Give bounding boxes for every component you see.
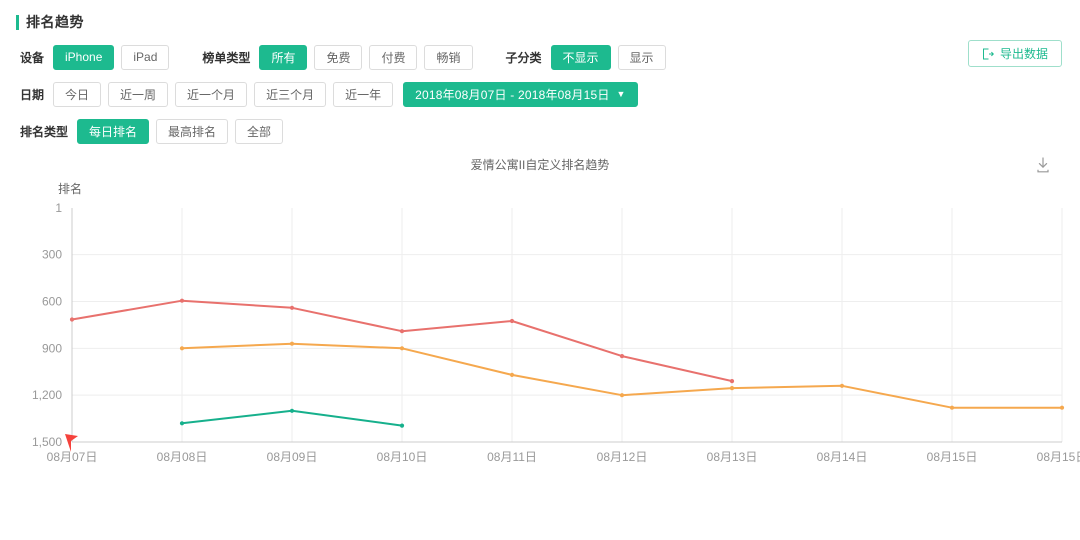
svg-text:600: 600: [42, 295, 62, 309]
filter-rank-type-all[interactable]: 全部: [235, 118, 284, 144]
data-point-1[interactable]: [69, 317, 75, 322]
filter-subcategory-hide[interactable]: 不显示: [550, 44, 611, 70]
filter-list-type-paid[interactable]: 付费: [369, 44, 418, 70]
svg-text:08月12日: 08月12日: [597, 450, 648, 464]
data-point-2[interactable]: [729, 386, 735, 391]
data-point-2[interactable]: [619, 393, 625, 398]
data-point-1[interactable]: [619, 354, 625, 359]
filter-date-today[interactable]: 今日: [53, 81, 102, 107]
data-point-0[interactable]: [179, 421, 185, 426]
svg-text:1,500: 1,500: [32, 435, 62, 449]
filter-device-ipad[interactable]: iPad: [121, 44, 170, 70]
data-point-1[interactable]: [179, 298, 185, 303]
filter-label-device: 设备: [20, 50, 45, 65]
svg-text:08月15日: 08月15日: [1037, 450, 1080, 464]
filter-rank-type-highest[interactable]: 最高排名: [156, 118, 229, 144]
rank-trend-chart: 爱情公寓II自定义排名趋势 排名 1 300 600 900 1,200 1,500 08月…: [0, 154, 1080, 514]
data-point-2[interactable]: [289, 341, 295, 346]
filter-panel: 设备 iPhone iPad 榜单类型 所有 免费 付费 畅销 子分类 不显示 …: [0, 34, 1080, 148]
data-point-2[interactable]: [1059, 405, 1065, 410]
svg-text:08月09日: 08月09日: [267, 450, 318, 464]
data-point-0[interactable]: [289, 408, 295, 413]
filter-label-list-type: 榜单类型: [202, 50, 251, 65]
data-point-2[interactable]: [399, 346, 405, 351]
date-range-picker[interactable]: 2018年08月07日 - 2018年08月15日 ▼: [403, 81, 638, 107]
svg-text:08月07日: 08月07日: [47, 450, 98, 464]
svg-text:1: 1: [55, 201, 62, 215]
svg-text:08月15日: 08月15日: [927, 450, 978, 464]
export-data-label: 导出数据: [999, 47, 1048, 61]
svg-text:08月14日: 08月14日: [817, 450, 868, 464]
filter-list-type-all[interactable]: 所有: [259, 44, 308, 70]
filter-device-iphone[interactable]: iPhone: [53, 44, 115, 70]
filter-row-rank-type: 排名类型 每日排名 最高排名 全部: [20, 114, 1080, 148]
section-accent-bar: [16, 14, 19, 30]
filter-date-year[interactable]: 近一年: [333, 81, 394, 107]
data-point-1[interactable]: [509, 318, 515, 324]
filter-list-type-grossing[interactable]: 畅销: [424, 44, 473, 70]
export-icon: [982, 48, 994, 60]
filter-label-date: 日期: [20, 87, 45, 102]
svg-text:900: 900: [42, 341, 62, 355]
svg-text:08月13日: 08月13日: [707, 450, 758, 464]
data-point-2[interactable]: [179, 346, 185, 351]
svg-text:300: 300: [42, 248, 62, 262]
filter-list-type-free[interactable]: 免费: [314, 44, 363, 70]
filter-date-three-months[interactable]: 近三个月: [254, 81, 327, 107]
page-title: 排名趋势: [26, 14, 84, 30]
data-point-0[interactable]: [399, 423, 405, 428]
filter-date-week[interactable]: 近一周: [108, 81, 169, 107]
data-point-2[interactable]: [949, 405, 955, 410]
filter-row-date: 日期 今日 近一周 近一个月 近三个月 近一年 2018年08月07日 - 20…: [20, 77, 1080, 111]
filter-subcategory-show[interactable]: 显示: [617, 44, 666, 70]
data-point-1[interactable]: [289, 305, 295, 310]
data-point-1[interactable]: [729, 379, 735, 384]
svg-text:08月11日: 08月11日: [487, 450, 537, 464]
export-data-button[interactable]: 导出数据: [967, 40, 1062, 67]
filter-row-device: 设备 iPhone iPad 榜单类型 所有 免费 付费 畅销 子分类 不显示 …: [20, 40, 1080, 74]
data-point-1[interactable]: [399, 329, 405, 334]
data-point-2[interactable]: [839, 383, 845, 388]
section-header: 排名趋势: [0, 0, 1080, 34]
svg-text:08月10日: 08月10日: [377, 450, 428, 464]
filter-label-subcategory: 子分类: [505, 50, 542, 65]
chevron-down-icon: ▼: [616, 88, 626, 99]
svg-text:1,200: 1,200: [32, 388, 62, 402]
chart-plot-area: 1 300 600 900 1,200 1,50008月07日 08月08日 08月09日 08…: [32, 201, 1080, 464]
data-point-2[interactable]: [509, 372, 515, 377]
svg-text:08月08日: 08月08日: [157, 450, 208, 464]
filter-rank-type-daily[interactable]: 每日排名: [77, 118, 150, 144]
filter-label-rank-type: 排名类型: [20, 124, 69, 139]
filter-date-month[interactable]: 近一个月: [175, 81, 248, 107]
date-range-label: 2018年08月07日 - 2018年08月15日: [415, 87, 610, 102]
